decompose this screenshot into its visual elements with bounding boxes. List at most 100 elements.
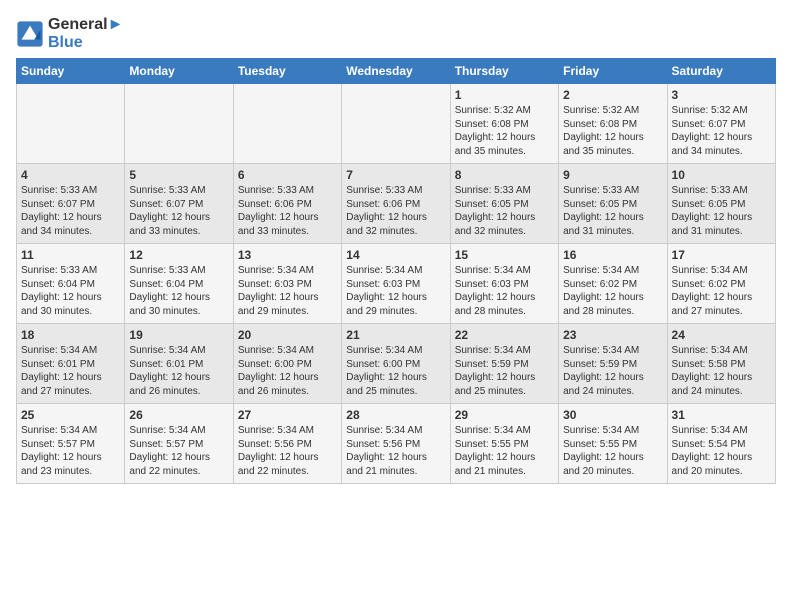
calendar-cell: 24Sunrise: 5:34 AM Sunset: 5:58 PM Dayli…: [667, 324, 775, 404]
day-number: 9: [563, 168, 662, 182]
day-number: 25: [21, 408, 120, 422]
page-header: General► Blue: [16, 16, 776, 52]
day-number: 30: [563, 408, 662, 422]
calendar-cell: 28 Sunrise: 5:34 AM Sunset: 5:56 PM Dayli…: [342, 404, 450, 484]
calendar-cell: 27Sunrise: 5:34 AM Sunset: 5:56 PM Dayli…: [233, 404, 341, 484]
day-content: Sunrise: 5:34 AM Sunset: 5:57 PM Dayligh…: [129, 424, 228, 478]
day-content: Sunrise: 5:34 AM Sunset: 5:59 PM Dayligh…: [455, 344, 554, 398]
day-of-week-header: Monday: [125, 59, 233, 84]
day-content: Sunrise: 5:34 AM Sunset: 6:03 PM Dayligh…: [346, 264, 445, 318]
day-content: Sunrise: 5:34 AM Sunset: 6:01 PM Dayligh…: [129, 344, 228, 398]
day-content: Sunrise: 5:32 AM Sunset: 6:07 PM Dayligh…: [672, 104, 771, 158]
calendar-cell: 13Sunrise: 5:34 AM Sunset: 6:03 PM Dayli…: [233, 244, 341, 324]
day-of-week-header: Tuesday: [233, 59, 341, 84]
calendar-cell: [17, 84, 125, 164]
day-content: Sunrise: 5:34 AM Sunset: 5:57 PM Dayligh…: [21, 424, 120, 478]
calendar-cell: 3 Sunrise: 5:32 AM Sunset: 6:07 PM Daylig…: [667, 84, 775, 164]
day-content: Sunrise: 5:34 AM Sunset: 5:58 PM Dayligh…: [672, 344, 771, 398]
day-of-week-header: Thursday: [450, 59, 558, 84]
calendar-header-row: SundayMondayTuesdayWednesdayThursdayFrid…: [17, 59, 776, 84]
day-number: 6: [238, 168, 337, 182]
day-content: Sunrise: 5:32 AM Sunset: 6:08 PM Dayligh…: [563, 104, 662, 158]
day-number: 20: [238, 328, 337, 342]
calendar-cell: 18Sunrise: 5:34 AM Sunset: 6:01 PM Dayli…: [17, 324, 125, 404]
calendar-cell: 4Sunrise: 5:33 AM Sunset: 6:07 PM Daylig…: [17, 164, 125, 244]
day-of-week-header: Wednesday: [342, 59, 450, 84]
calendar-cell: 22 Sunrise: 5:34 AM Sunset: 5:59 PM Dayli…: [450, 324, 558, 404]
day-number: 27: [238, 408, 337, 422]
day-content: Sunrise: 5:33 AM Sunset: 6:07 PM Dayligh…: [21, 184, 120, 238]
day-content: Sunrise: 5:34 AM Sunset: 5:59 PM Dayligh…: [563, 344, 662, 398]
day-content: Sunrise: 5:34 AM Sunset: 6:00 PM Dayligh…: [346, 344, 445, 398]
calendar-cell: 19Sunrise: 5:34 AM Sunset: 6:01 PM Dayli…: [125, 324, 233, 404]
day-number: 11: [21, 248, 120, 262]
calendar-cell: 26 Sunrise: 5:34 AM Sunset: 5:57 PM Dayli…: [125, 404, 233, 484]
day-number: 31: [672, 408, 771, 422]
day-content: Sunrise: 5:34 AM Sunset: 5:54 PM Dayligh…: [672, 424, 771, 478]
day-number: 7: [346, 168, 445, 182]
calendar-cell: 1 Sunrise: 5:32 AM Sunset: 6:08 PM Daylig…: [450, 84, 558, 164]
calendar-cell: 25 Sunrise: 5:34 AM Sunset: 5:57 PM Dayli…: [17, 404, 125, 484]
logo-icon: [16, 20, 44, 48]
calendar-cell: 2Sunrise: 5:32 AM Sunset: 6:08 PM Daylig…: [559, 84, 667, 164]
calendar-week-row: 1 Sunrise: 5:32 AM Sunset: 6:08 PM Daylig…: [17, 84, 776, 164]
day-content: Sunrise: 5:33 AM Sunset: 6:04 PM Dayligh…: [21, 264, 120, 318]
day-content: Sunrise: 5:33 AM Sunset: 6:06 PM Dayligh…: [238, 184, 337, 238]
day-of-week-header: Saturday: [667, 59, 775, 84]
day-number: 26: [129, 408, 228, 422]
calendar-cell: 17 Sunrise: 5:34 AM Sunset: 6:02 PM Dayli…: [667, 244, 775, 324]
day-content: Sunrise: 5:33 AM Sunset: 6:06 PM Dayligh…: [346, 184, 445, 238]
calendar-cell: 21Sunrise: 5:34 AM Sunset: 6:00 PM Dayli…: [342, 324, 450, 404]
day-number: 8: [455, 168, 554, 182]
day-content: Sunrise: 5:33 AM Sunset: 6:05 PM Dayligh…: [563, 184, 662, 238]
day-number: 14: [346, 248, 445, 262]
calendar-cell: 29 Sunrise: 5:34 AM Sunset: 5:55 PM Dayli…: [450, 404, 558, 484]
day-number: 3: [672, 88, 771, 102]
day-content: Sunrise: 5:34 AM Sunset: 5:55 PM Dayligh…: [455, 424, 554, 478]
day-number: 22: [455, 328, 554, 342]
day-content: Sunrise: 5:32 AM Sunset: 6:08 PM Dayligh…: [455, 104, 554, 158]
day-number: 12: [129, 248, 228, 262]
calendar-cell: 31 Sunrise: 5:34 AM Sunset: 5:54 PM Dayli…: [667, 404, 775, 484]
day-content: Sunrise: 5:33 AM Sunset: 6:05 PM Dayligh…: [672, 184, 771, 238]
calendar-cell: 5 Sunrise: 5:33 AM Sunset: 6:07 PM Daylig…: [125, 164, 233, 244]
calendar-cell: 16Sunrise: 5:34 AM Sunset: 6:02 PM Dayli…: [559, 244, 667, 324]
calendar-cell: 30 Sunrise: 5:34 AM Sunset: 5:55 PM Dayli…: [559, 404, 667, 484]
logo-text: General► Blue: [48, 16, 123, 52]
calendar-cell: 11 Sunrise: 5:33 AM Sunset: 6:04 PM Dayli…: [17, 244, 125, 324]
logo: General► Blue: [16, 16, 123, 52]
calendar-cell: 8 Sunrise: 5:33 AM Sunset: 6:05 PM Daylig…: [450, 164, 558, 244]
calendar-week-row: 18 Sunrise: 5:34 AM Sunset: 6:01 PM Dayli…: [17, 324, 776, 404]
day-number: 5: [129, 168, 228, 182]
day-content: Sunrise: 5:34 AM Sunset: 5:55 PM Dayligh…: [563, 424, 662, 478]
day-content: Sunrise: 5:33 AM Sunset: 6:04 PM Dayligh…: [129, 264, 228, 318]
day-content: Sunrise: 5:33 AM Sunset: 6:05 PM Dayligh…: [455, 184, 554, 238]
day-number: 13: [238, 248, 337, 262]
calendar-cell: 15Sunrise: 5:34 AM Sunset: 6:03 PM Dayli…: [450, 244, 558, 324]
calendar-cell: 20 Sunrise: 5:34 AM Sunset: 6:00 PM Dayli…: [233, 324, 341, 404]
calendar-cell: [125, 84, 233, 164]
day-number: 1: [455, 88, 554, 102]
calendar-cell: 6 Sunrise: 5:33 AM Sunset: 6:06 PM Daylig…: [233, 164, 341, 244]
calendar-cell: 12 Sunrise: 5:33 AM Sunset: 6:04 PM Dayli…: [125, 244, 233, 324]
day-number: 10: [672, 168, 771, 182]
day-number: 17: [672, 248, 771, 262]
calendar-week-row: 25 Sunrise: 5:34 AM Sunset: 5:57 PM Dayli…: [17, 404, 776, 484]
day-of-week-header: Sunday: [17, 59, 125, 84]
day-number: 29: [455, 408, 554, 422]
day-content: Sunrise: 5:33 AM Sunset: 6:07 PM Dayligh…: [129, 184, 228, 238]
calendar-table: SundayMondayTuesdayWednesdayThursdayFrid…: [16, 58, 776, 484]
calendar-cell: [342, 84, 450, 164]
calendar-week-row: 4Sunrise: 5:33 AM Sunset: 6:07 PM Daylig…: [17, 164, 776, 244]
calendar-week-row: 11 Sunrise: 5:33 AM Sunset: 6:04 PM Dayli…: [17, 244, 776, 324]
day-content: Sunrise: 5:34 AM Sunset: 6:02 PM Dayligh…: [672, 264, 771, 318]
day-number: 18: [21, 328, 120, 342]
day-content: Sunrise: 5:34 AM Sunset: 5:56 PM Dayligh…: [346, 424, 445, 478]
day-of-week-header: Friday: [559, 59, 667, 84]
day-number: 15: [455, 248, 554, 262]
calendar-cell: 14 Sunrise: 5:34 AM Sunset: 6:03 PM Dayli…: [342, 244, 450, 324]
day-content: Sunrise: 5:34 AM Sunset: 6:00 PM Dayligh…: [238, 344, 337, 398]
day-number: 28: [346, 408, 445, 422]
calendar-cell: [233, 84, 341, 164]
calendar-cell: 7 Sunrise: 5:33 AM Sunset: 6:06 PM Daylig…: [342, 164, 450, 244]
